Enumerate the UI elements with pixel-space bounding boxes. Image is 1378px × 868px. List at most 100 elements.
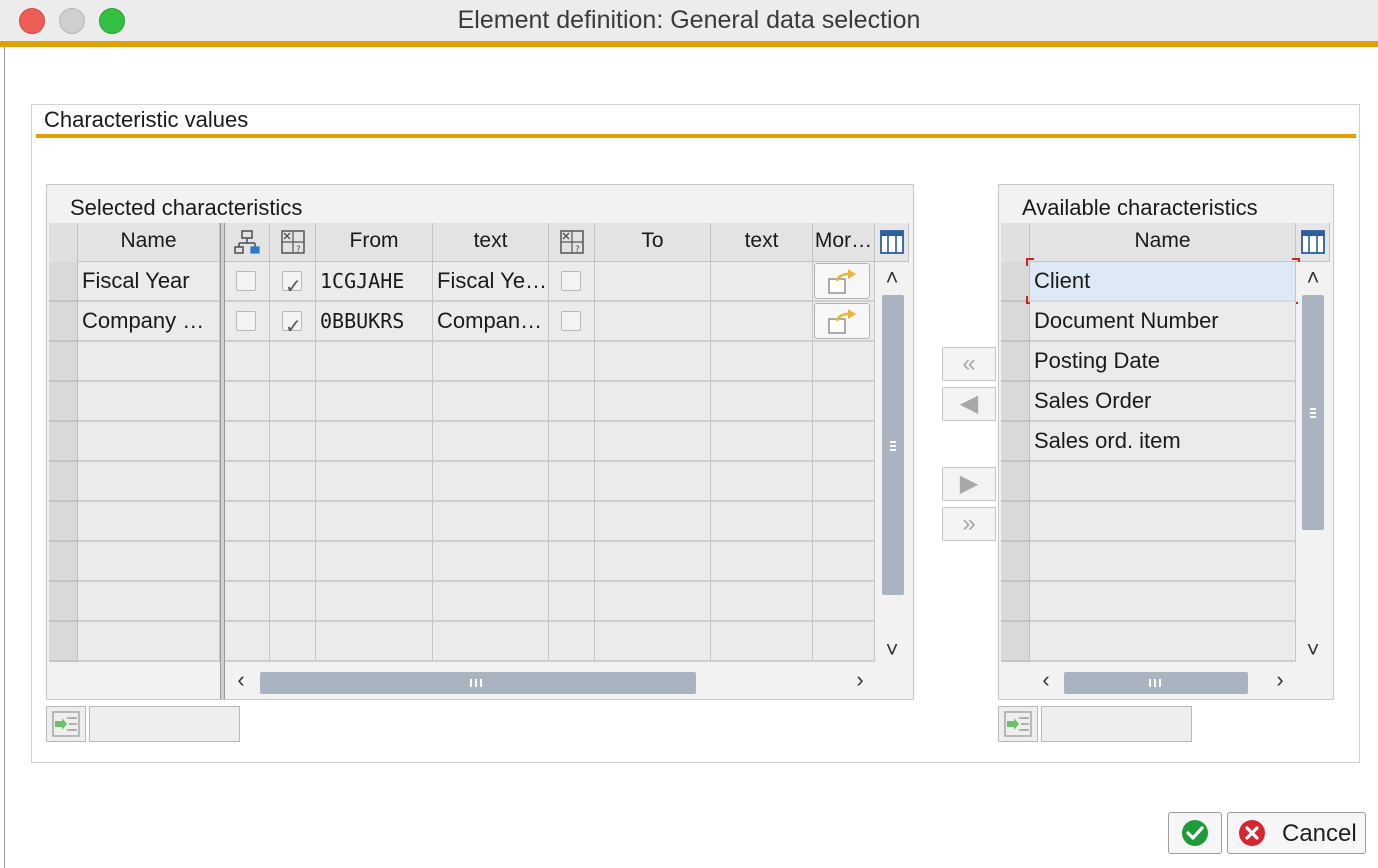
row-2-hierarchy-checkbox[interactable] (236, 311, 256, 331)
empty-cell[interactable] (225, 462, 270, 502)
row-2-to-checkbox[interactable] (561, 311, 581, 331)
empty-cell[interactable] (78, 582, 220, 622)
empty-cell[interactable] (270, 342, 316, 382)
empty-cell[interactable] (270, 542, 316, 582)
empty-cell[interactable] (270, 622, 316, 662)
row-selector-3[interactable] (49, 342, 78, 382)
empty-cell[interactable] (78, 342, 220, 382)
header-name[interactable]: Name (78, 223, 220, 262)
empty-cell[interactable] (78, 382, 220, 422)
column-settings-button[interactable] (875, 223, 909, 262)
empty-cell[interactable] (225, 382, 270, 422)
row-2-exclude-checkbox[interactable] (282, 308, 302, 340)
selected-find-button[interactable] (46, 706, 86, 742)
empty-cell[interactable] (813, 582, 875, 622)
empty-cell[interactable] (549, 582, 595, 622)
row-2-name[interactable]: Company C… (78, 302, 220, 342)
available-find-button[interactable] (998, 706, 1038, 742)
empty-cell[interactable] (549, 422, 595, 462)
empty-cell[interactable] (813, 422, 875, 462)
row-2-from[interactable]: 0BBUKRS (316, 302, 433, 342)
available-horizontal-thumb[interactable] (1064, 672, 1248, 694)
header-from-text[interactable]: text (433, 223, 549, 262)
row-selector-7[interactable] (49, 502, 78, 542)
available-header-name[interactable]: Name (1030, 223, 1296, 262)
empty-cell[interactable] (316, 462, 433, 502)
empty-cell[interactable] (270, 502, 316, 542)
selected-scroll-right-button[interactable]: › (847, 668, 873, 692)
empty-cell[interactable] (78, 422, 220, 462)
available-row-selector-10[interactable] (1001, 622, 1030, 662)
empty-cell[interactable] (316, 622, 433, 662)
row-1-hierarchy-checkbox[interactable] (236, 271, 256, 291)
empty-cell[interactable] (595, 342, 711, 382)
available-row-selector-7[interactable] (1001, 502, 1030, 542)
empty-cell[interactable] (433, 462, 549, 502)
header-to[interactable]: To (595, 223, 711, 262)
empty-cell[interactable] (225, 422, 270, 462)
row-1-from[interactable]: 1CGJAHE (316, 262, 433, 302)
empty-cell[interactable] (813, 382, 875, 422)
empty-cell[interactable] (595, 622, 711, 662)
empty-cell[interactable] (433, 582, 549, 622)
empty-cell[interactable] (595, 462, 711, 502)
empty-cell[interactable] (78, 622, 220, 662)
empty-cell[interactable] (78, 542, 220, 582)
available-column-settings-button[interactable] (1296, 223, 1330, 262)
row-selector-4[interactable] (49, 382, 78, 422)
empty-cell[interactable] (225, 622, 270, 662)
row-2-more-button[interactable] (814, 303, 870, 339)
available-filter-field[interactable] (1041, 706, 1192, 742)
row-1-to[interactable] (595, 262, 711, 302)
header-to-text[interactable]: text (711, 223, 813, 262)
empty-cell[interactable] (813, 542, 875, 582)
available-item-client[interactable]: Client (1030, 262, 1296, 302)
row-selector-8[interactable] (49, 542, 78, 582)
empty-cell[interactable] (813, 462, 875, 502)
empty-cell[interactable] (813, 502, 875, 542)
empty-cell[interactable] (595, 542, 711, 582)
available-item-sales-order[interactable]: Sales Order (1030, 382, 1296, 422)
available-scroll-up-button[interactable]: ˄ (1299, 266, 1327, 290)
empty-cell[interactable] (549, 502, 595, 542)
selected-scroll-left-button[interactable]: ‹ (228, 668, 254, 692)
empty-cell[interactable] (595, 382, 711, 422)
empty-cell[interactable] (433, 422, 549, 462)
available-item-document-number[interactable]: Document Number (1030, 302, 1296, 342)
cancel-button[interactable]: Cancel (1227, 812, 1366, 854)
selected-scroll-down-button[interactable]: ˅ (878, 638, 906, 662)
available-row-selector-3[interactable] (1001, 342, 1030, 382)
empty-cell[interactable] (711, 342, 813, 382)
row-selector-2[interactable] (49, 302, 78, 342)
empty-cell[interactable] (549, 342, 595, 382)
available-scroll-right-button[interactable]: › (1267, 668, 1293, 692)
empty-cell[interactable] (78, 502, 220, 542)
move-all-left-button[interactable]: « (942, 347, 996, 381)
empty-cell[interactable] (316, 422, 433, 462)
move-all-right-button[interactable]: » (942, 507, 996, 541)
empty-cell[interactable] (433, 502, 549, 542)
empty-cell[interactable] (813, 342, 875, 382)
row-1-to-checkbox[interactable] (561, 271, 581, 291)
empty-cell[interactable] (711, 622, 813, 662)
empty-cell[interactable] (225, 342, 270, 382)
empty-cell[interactable] (316, 382, 433, 422)
empty-cell[interactable] (549, 542, 595, 582)
selected-filter-field[interactable] (89, 706, 240, 742)
header-exclude[interactable]: ? (270, 223, 316, 262)
header-from[interactable]: From (316, 223, 433, 262)
row-selector-5[interactable] (49, 422, 78, 462)
available-vertical-thumb[interactable] (1302, 295, 1324, 530)
ok-button[interactable] (1168, 812, 1222, 854)
move-left-button[interactable]: ◀ (942, 387, 996, 421)
empty-cell[interactable] (225, 502, 270, 542)
move-right-button[interactable]: ▶ (942, 467, 996, 501)
empty-cell[interactable] (813, 622, 875, 662)
row-selector-6[interactable] (49, 462, 78, 502)
empty-cell[interactable] (270, 582, 316, 622)
empty-cell[interactable] (595, 422, 711, 462)
row-2-to[interactable] (595, 302, 711, 342)
header-more[interactable]: Mor… (813, 223, 875, 262)
empty-cell[interactable] (433, 342, 549, 382)
empty-cell[interactable] (549, 462, 595, 502)
